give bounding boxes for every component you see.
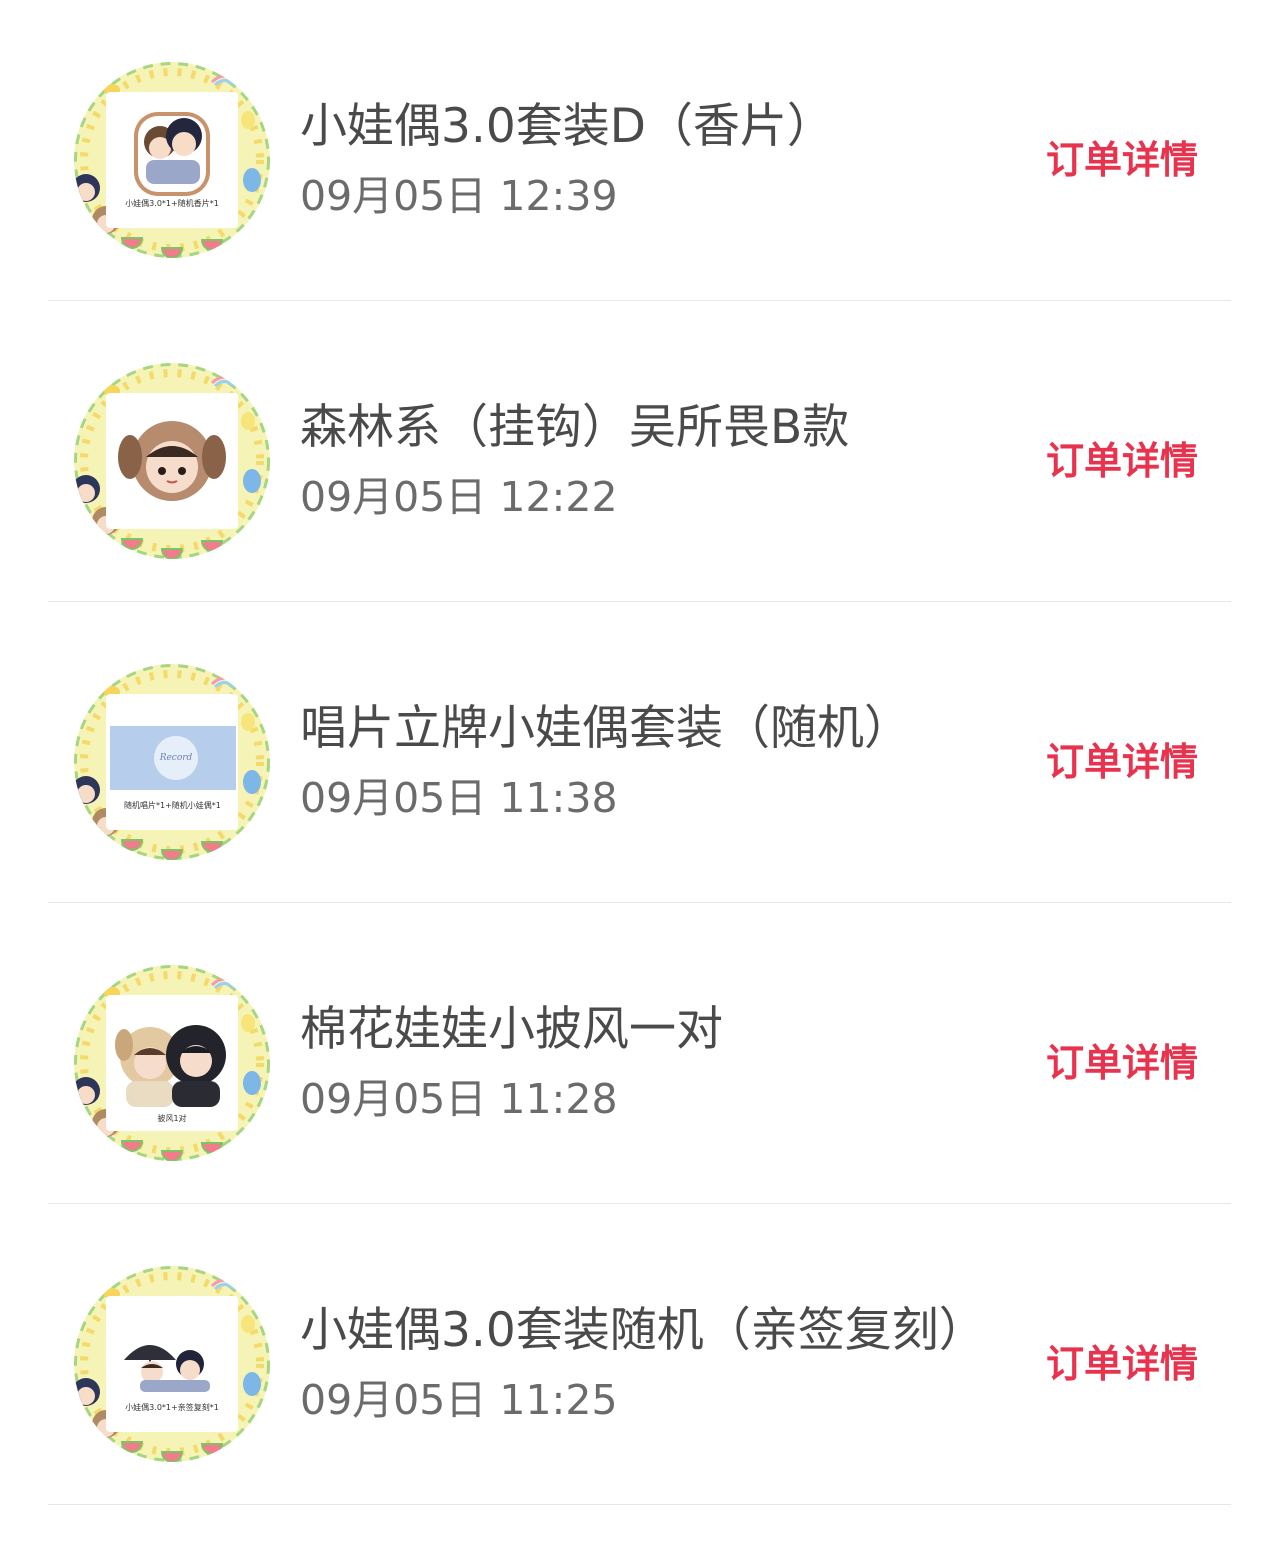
- record-card-illustration: Record: [110, 726, 236, 790]
- order-title: 森林系（挂钩）吴所畏B款: [300, 400, 850, 455]
- order-title: 小娃偶3.0套装D（香片）: [300, 99, 834, 154]
- order-time: 09月05日 11:38: [300, 774, 618, 822]
- order-row-5[interactable]: 小娃偶3.0*1+亲签复刻*1 小娃偶3.0套装随机（亲签复刻） 09月05日 …: [0, 1204, 1279, 1505]
- order-detail-button[interactable]: 订单详情: [1046, 1338, 1198, 1390]
- thumbnail-caption: 小娃偶3.0*1+亲签复刻*1: [125, 1403, 219, 1412]
- order-title: 棉花娃娃小披风一对: [300, 1002, 723, 1057]
- two-cape-dolls-illustration: [115, 1025, 226, 1107]
- order-time: 09月05日 11:28: [300, 1075, 618, 1123]
- product-thumbnail: Record 随机唱片*1+随机小娃偶*1: [72, 662, 272, 862]
- order-detail-button[interactable]: 订单详情: [1046, 134, 1198, 186]
- row-divider: [48, 1504, 1231, 1505]
- order-row-1[interactable]: 小娃偶3.0*1+随机香片*1 小娃偶3.0套装D（香片） 09月05日 12:…: [0, 0, 1279, 301]
- order-row-4[interactable]: 披风1对 棉花娃娃小披风一对 09月05日 11:28 订单详情: [0, 903, 1279, 1204]
- product-thumbnail: 披风1对: [72, 963, 272, 1163]
- thumbnail-caption: 小娃偶3.0*1+随机香片*1: [125, 199, 219, 208]
- order-detail-button[interactable]: 订单详情: [1046, 435, 1198, 487]
- order-list: 小娃偶3.0*1+随机香片*1 小娃偶3.0套装D（香片） 09月05日 12:…: [0, 0, 1279, 1547]
- product-thumbnail: [72, 361, 272, 561]
- order-detail-button[interactable]: 订单详情: [1046, 1037, 1198, 1089]
- thumbnail-caption: 随机唱片*1+随机小娃偶*1: [124, 801, 220, 810]
- order-time: 09月05日 12:39: [300, 172, 618, 220]
- product-image: [74, 363, 270, 559]
- thumbnail-caption: 披风1对: [157, 1114, 187, 1123]
- product-image: [74, 965, 270, 1161]
- product-image: Record: [74, 664, 270, 860]
- svg-text:Record: Record: [159, 753, 193, 763]
- order-row-3[interactable]: Record 随机唱片*1+随机小娃偶*1 唱片立牌小娃偶套装（随机） 09月0…: [0, 602, 1279, 903]
- two-dolls-hug-illustration: [134, 112, 210, 196]
- product-thumbnail: 小娃偶3.0*1+随机香片*1: [72, 60, 272, 260]
- product-thumbnail: 小娃偶3.0*1+亲签复刻*1: [72, 1264, 272, 1464]
- order-title: 小娃偶3.0套装随机（亲签复刻）: [300, 1303, 986, 1358]
- product-image: [74, 1266, 270, 1462]
- order-time: 09月05日 11:25: [300, 1376, 618, 1424]
- order-title: 唱片立牌小娃偶套装（随机）: [300, 701, 911, 756]
- order-row-2[interactable]: 森林系（挂钩）吴所畏B款 09月05日 12:22 订单详情: [0, 301, 1279, 602]
- order-time: 09月05日 12:22: [300, 473, 618, 521]
- order-detail-button[interactable]: 订单详情: [1046, 736, 1198, 788]
- product-image: [74, 62, 270, 258]
